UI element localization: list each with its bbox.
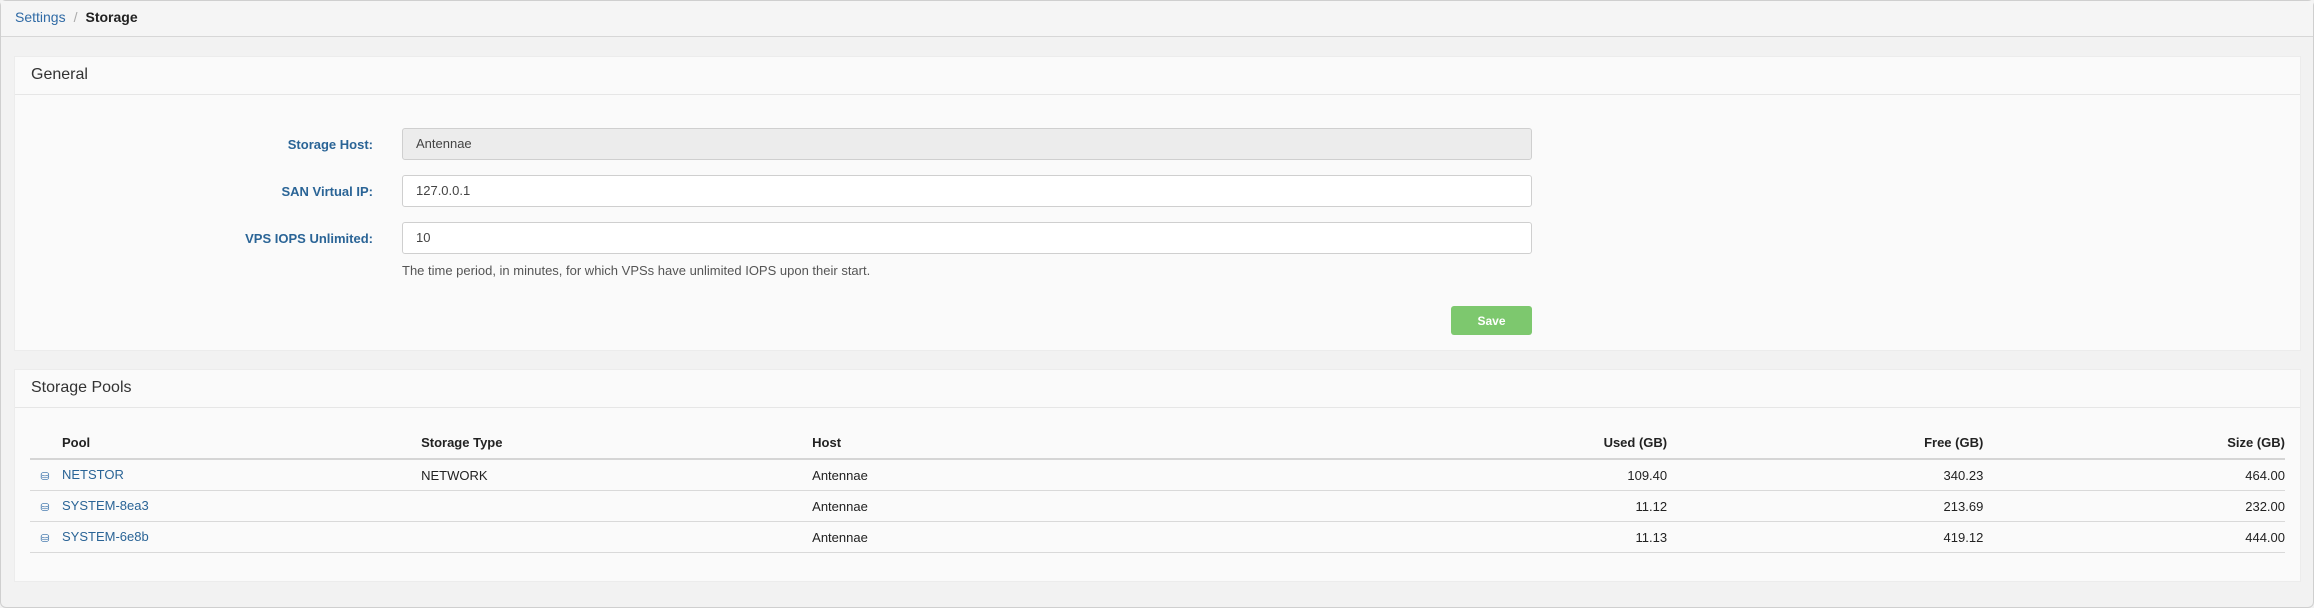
vps-iops-unlimited-label: VPS IOPS Unlimited:: [245, 231, 373, 246]
column-header-host[interactable]: Host: [812, 426, 1204, 460]
storage-pools-table: Pool Storage Type Host Used (GB) Free (G…: [30, 426, 2285, 553]
save-button[interactable]: Save: [1451, 306, 1532, 335]
storage-type-cell: [421, 490, 813, 522]
app-window: Settings / Storage General Storage Host: A…: [0, 0, 2314, 608]
storage-pools-title: Storage Pools: [15, 370, 2300, 408]
column-header-pool[interactable]: Pool: [30, 426, 422, 460]
table-row: ⛁ SYSTEM-6e8b Antennae 11.13 419.12 444.0…: [30, 521, 2285, 553]
breadcrumb: Settings / Storage: [1, 1, 2313, 37]
storage-type-cell: [421, 521, 813, 553]
pool-cell: ⛁ NETSTOR: [30, 459, 422, 491]
free-cell: 340.23: [1667, 459, 1984, 491]
free-cell: 213.69: [1667, 490, 1984, 522]
pool-cell: ⛁ SYSTEM-8ea3: [30, 490, 422, 522]
column-header-size[interactable]: Size (GB): [1983, 426, 2285, 460]
storage-type-cell: NETWORK: [421, 459, 813, 491]
host-cell: Antennae: [812, 521, 1204, 553]
breadcrumb-separator: /: [73, 9, 78, 25]
pool-link-system-8ea3[interactable]: SYSTEM-8ea3: [62, 498, 149, 513]
san-virtual-ip-label: SAN Virtual IP:: [281, 184, 373, 199]
vps-iops-help-text: The time period, in minutes, for which V…: [402, 263, 871, 278]
host-cell: Antennae: [812, 459, 1204, 491]
vps-iops-unlimited-input[interactable]: 10: [402, 222, 1532, 254]
san-virtual-ip-input[interactable]: 127.0.0.1: [402, 175, 1532, 207]
table-row: ⛁ NETSTOR NETWORK Antennae 109.40 340.23 …: [30, 459, 2285, 491]
used-cell: 11.12: [1203, 490, 1668, 522]
general-panel: General Storage Host: Antennae SAN Virtu…: [14, 56, 2301, 351]
hard-drive-icon: ⛁: [40, 501, 50, 514]
column-header-storage-type[interactable]: Storage Type: [421, 426, 813, 460]
storage-host-field: Antennae: [402, 128, 1532, 160]
used-cell: 109.40: [1203, 459, 1668, 491]
size-cell: 444.00: [1983, 521, 2285, 553]
free-cell: 419.12: [1667, 521, 1984, 553]
used-cell: 11.13: [1203, 521, 1668, 553]
size-cell: 464.00: [1983, 459, 2285, 491]
general-panel-title: General: [15, 57, 2300, 95]
pool-link-netstor[interactable]: NETSTOR: [62, 467, 124, 482]
table-row: ⛁ SYSTEM-8ea3 Antennae 11.12 213.69 232.0…: [30, 490, 2285, 522]
host-cell: Antennae: [812, 490, 1204, 522]
storage-pools-panel: Storage Pools Pool Storage Type Host Use…: [14, 369, 2301, 582]
pool-link-system-6e8b[interactable]: SYSTEM-6e8b: [62, 529, 149, 544]
pool-cell: ⛁ SYSTEM-6e8b: [30, 521, 422, 553]
storage-host-label: Storage Host:: [287, 137, 373, 152]
breadcrumb-current: Storage: [85, 9, 138, 25]
hard-drive-icon: ⛁: [40, 470, 50, 483]
breadcrumb-settings-link[interactable]: Settings: [15, 9, 66, 25]
column-header-free[interactable]: Free (GB): [1667, 426, 1984, 460]
column-header-used[interactable]: Used (GB): [1203, 426, 1668, 460]
table-header-row: Pool Storage Type Host Used (GB) Free (G…: [30, 426, 2285, 460]
size-cell: 232.00: [1983, 490, 2285, 522]
hard-drive-icon: ⛁: [40, 532, 50, 545]
